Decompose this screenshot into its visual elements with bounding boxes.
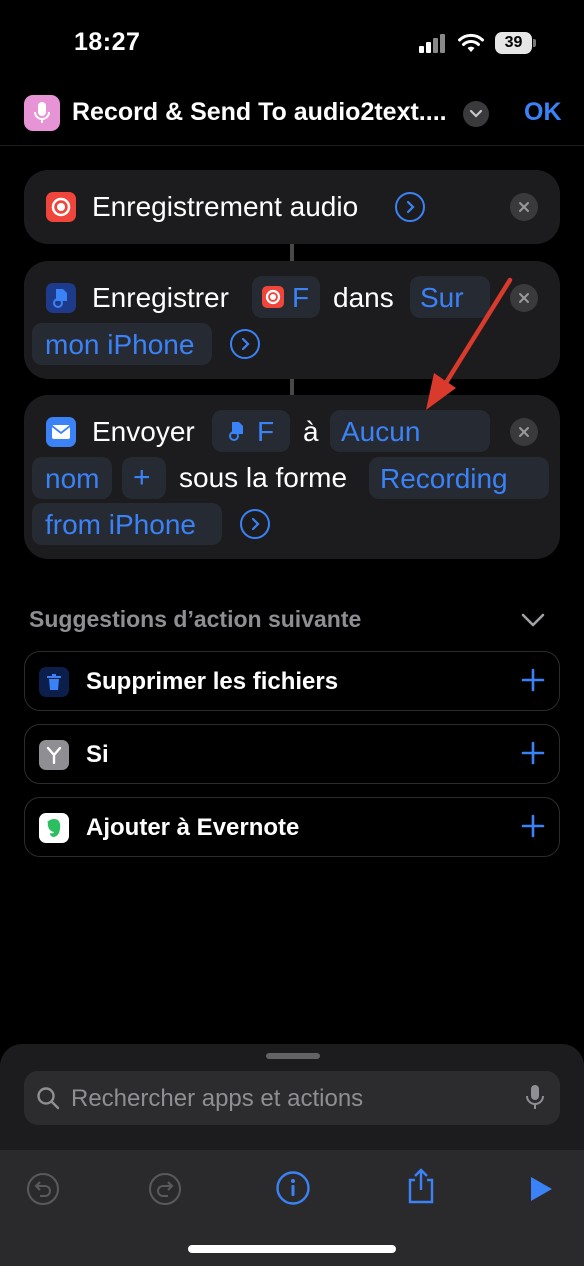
action-preposition: à <box>303 416 319 447</box>
shortcut-title[interactable]: Record & Send To audio2text.... <box>72 98 447 127</box>
play-icon[interactable] <box>522 1171 558 1207</box>
destination-token-part2[interactable]: mon iPhone <box>32 323 212 365</box>
evernote-icon <box>39 813 69 843</box>
suggestion-label: Ajouter à Evernote <box>86 814 300 841</box>
action-record-audio[interactable]: Enregistrement audio <box>24 170 560 244</box>
search-icon <box>37 1087 60 1110</box>
action-verb: Enregistrer <box>92 282 229 313</box>
variable-name: F <box>257 416 275 447</box>
status-bar: 18:27 39 <box>0 0 584 80</box>
recipient-token-part1[interactable]: Aucun <box>330 410 490 452</box>
destination-token-part1[interactable]: Sur <box>410 276 490 318</box>
info-icon[interactable] <box>275 1170 311 1206</box>
subject-token-part2[interactable]: from iPhone <box>32 503 222 545</box>
record-icon <box>46 192 76 222</box>
plus-icon: + <box>133 461 151 494</box>
recipient-text: Aucun <box>341 416 421 447</box>
add-recipient-button[interactable]: + <box>122 457 166 499</box>
suggestions-title: Suggestions d’action suivante <box>29 606 362 632</box>
remove-action-icon[interactable] <box>510 193 538 221</box>
action-connector <box>290 244 294 262</box>
record-icon <box>262 286 284 308</box>
microphone-icon[interactable] <box>24 95 60 131</box>
suggestion-label: Supprimer les fichiers <box>86 668 339 695</box>
add-icon[interactable] <box>521 741 545 765</box>
sheet-grabber[interactable] <box>266 1053 320 1059</box>
file-icon <box>226 420 248 442</box>
shortcut-header: Record & Send To audio2text.... OK <box>0 80 584 146</box>
dictation-mic-icon[interactable] <box>525 1084 545 1112</box>
ok-button[interactable]: OK <box>524 98 562 127</box>
home-indicator[interactable] <box>188 1245 396 1253</box>
add-icon[interactable] <box>521 814 545 838</box>
branch-icon <box>39 740 69 770</box>
suggestion-delete-files[interactable]: Supprimer les fichiers <box>24 651 560 711</box>
variable-token[interactable]: F <box>212 410 290 452</box>
search-field[interactable]: Rechercher apps et actions <box>24 1071 560 1125</box>
action-save-file[interactable]: Enregistrer F dans Sur mon iPhone <box>24 261 560 379</box>
cellular-signal-icon <box>419 33 447 53</box>
action-send-mail[interactable]: Envoyer F à Aucun nom + sous la forme Re… <box>24 395 560 559</box>
subject-text: Recording <box>380 463 508 494</box>
variable-token[interactable]: F <box>252 276 320 318</box>
redo-icon[interactable] <box>147 1171 183 1207</box>
battery-icon: 39 <box>495 32 537 54</box>
share-icon[interactable] <box>403 1168 439 1204</box>
destination-text: Sur <box>420 282 464 313</box>
expand-chevron-icon[interactable] <box>395 192 425 222</box>
recipient-token-part2[interactable]: nom <box>32 457 112 499</box>
remove-action-icon[interactable] <box>510 284 538 312</box>
status-time: 18:27 <box>74 28 141 56</box>
chevron-down-icon[interactable] <box>463 101 489 127</box>
wifi-icon <box>458 33 484 52</box>
expand-chevron-icon[interactable] <box>230 329 260 359</box>
action-search-sheet: Rechercher apps et actions <box>0 1044 584 1266</box>
variable-name: F <box>292 282 310 313</box>
battery-level: 39 <box>495 32 532 54</box>
format-label: sous la forme <box>179 462 348 493</box>
remove-action-icon[interactable] <box>510 418 538 446</box>
recipient-text: nom <box>45 463 100 494</box>
undo-icon[interactable] <box>25 1171 61 1207</box>
action-preposition: dans <box>333 282 394 313</box>
destination-text: mon iPhone <box>45 329 195 360</box>
subject-text: from iPhone <box>45 509 196 540</box>
suggestion-if[interactable]: Si <box>24 724 560 784</box>
file-icon <box>46 283 76 313</box>
search-placeholder: Rechercher apps et actions <box>71 1085 364 1112</box>
action-connector <box>290 378 294 396</box>
suggestion-evernote[interactable]: Ajouter à Evernote <box>24 797 560 857</box>
action-verb: Envoyer <box>92 416 195 447</box>
collapse-chevron-icon[interactable] <box>520 610 546 630</box>
add-icon[interactable] <box>521 668 545 692</box>
mail-icon <box>46 417 76 447</box>
subject-token-part1[interactable]: Recording <box>369 457 549 499</box>
expand-chevron-icon[interactable] <box>240 509 270 539</box>
trash-icon <box>39 667 69 697</box>
suggestion-label: Si <box>86 741 109 768</box>
action-title: Enregistrement audio <box>92 191 359 222</box>
